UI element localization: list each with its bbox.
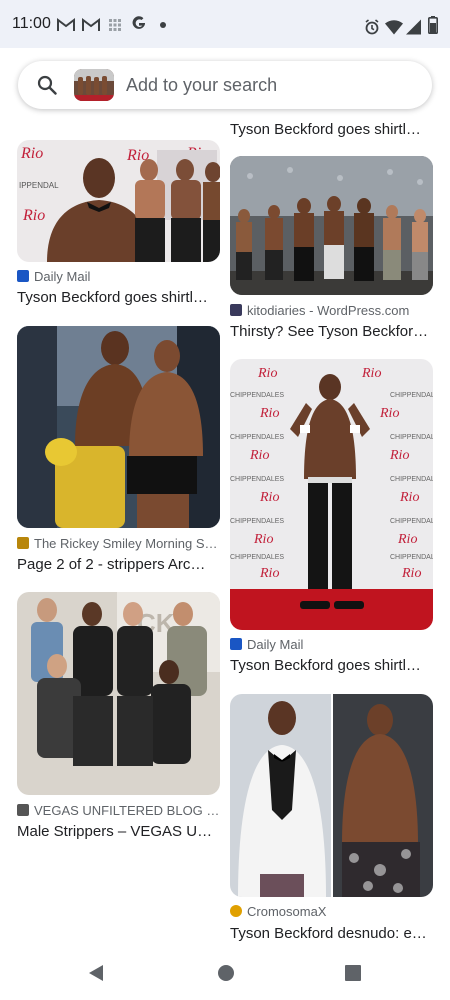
cromosomax-favicon-icon bbox=[230, 905, 242, 917]
result-source-2[interactable]: Daily Mail bbox=[17, 269, 220, 284]
search-image-thumbnail[interactable] bbox=[74, 69, 114, 101]
result-image-7[interactable] bbox=[230, 694, 433, 897]
result-source-3[interactable]: kitodiaries - WordPress.com bbox=[230, 303, 433, 318]
rickey-smiley-favicon-icon bbox=[17, 537, 29, 549]
result-image-6[interactable]: CK bbox=[17, 592, 220, 795]
wifi-icon bbox=[385, 20, 403, 35]
navigation-bar bbox=[0, 946, 450, 1000]
dot-icon bbox=[160, 22, 166, 28]
result-title-1[interactable]: Tyson Beckford goes shirtl… bbox=[230, 121, 433, 138]
svg-text:Rio: Rio bbox=[401, 566, 421, 581]
svg-text:Rio: Rio bbox=[22, 207, 45, 224]
svg-text:Rio: Rio bbox=[257, 366, 277, 381]
svg-text:Rio: Rio bbox=[20, 145, 43, 162]
svg-text:Rio: Rio bbox=[249, 448, 269, 463]
svg-text:CHIPPENDAL: CHIPPENDAL bbox=[390, 476, 433, 483]
svg-text:CHIPPENDALES: CHIPPENDALES bbox=[230, 518, 284, 525]
back-icon[interactable] bbox=[87, 964, 105, 982]
svg-text:CHIPPENDAL: CHIPPENDAL bbox=[390, 434, 433, 441]
svg-text:CHIPPENDALES: CHIPPENDALES bbox=[230, 554, 284, 561]
google-icon bbox=[132, 16, 145, 29]
home-icon[interactable] bbox=[217, 964, 235, 982]
result-image-3[interactable] bbox=[230, 156, 433, 295]
svg-text:Rio: Rio bbox=[399, 490, 419, 505]
result-title-2[interactable]: Tyson Beckford goes shirtl… bbox=[17, 289, 220, 306]
result-title-5[interactable]: Tyson Beckford goes shirtl… bbox=[230, 657, 433, 674]
svg-text:Rio: Rio bbox=[253, 532, 273, 547]
result-image-5[interactable]: Rio Rio Rio Rio Rio Rio Rio Rio Rio Rio Rio Ri… bbox=[230, 359, 433, 630]
svg-text:Rio: Rio bbox=[259, 406, 279, 421]
result-title-7[interactable]: Tyson Beckford desnudo: e… bbox=[230, 925, 433, 942]
status-time: 11:00 bbox=[12, 15, 51, 32]
app-grid-icon bbox=[109, 19, 121, 31]
result-source-6[interactable]: VEGAS UNFILTERED BLOG b… bbox=[17, 803, 220, 818]
search-input[interactable] bbox=[126, 74, 416, 96]
search-icon[interactable] bbox=[37, 75, 57, 95]
svg-text:IPPENDAL: IPPENDAL bbox=[19, 181, 59, 190]
svg-text:Rio: Rio bbox=[259, 566, 279, 581]
svg-text:CHIPPENDALES: CHIPPENDALES bbox=[230, 476, 284, 483]
svg-text:Rio: Rio bbox=[379, 406, 399, 421]
dailymail-favicon-icon bbox=[17, 270, 29, 282]
svg-text:CHIPPENDAL: CHIPPENDAL bbox=[390, 518, 433, 525]
svg-text:CHIPPENDAL: CHIPPENDAL bbox=[390, 554, 433, 561]
alarm-icon bbox=[365, 19, 379, 35]
dailymail-favicon-icon bbox=[230, 638, 242, 650]
gmail-icon bbox=[82, 18, 100, 31]
status-bar: 11:00 bbox=[0, 0, 450, 48]
battery-icon bbox=[428, 16, 438, 34]
svg-text:Rio: Rio bbox=[361, 366, 381, 381]
signal-icon bbox=[406, 19, 421, 35]
svg-text:CHIPPENDALES: CHIPPENDALES bbox=[230, 434, 284, 441]
result-image-4[interactable] bbox=[17, 326, 220, 528]
search-bar[interactable] bbox=[18, 61, 432, 109]
svg-text:CHIPPENDALES: CHIPPENDALES bbox=[230, 392, 284, 399]
result-source-5[interactable]: Daily Mail bbox=[230, 637, 433, 652]
vegas-blog-favicon-icon bbox=[17, 804, 29, 816]
result-title-3[interactable]: Thirsty? See Tyson Beckfor… bbox=[230, 323, 433, 340]
result-source-4[interactable]: The Rickey Smiley Morning S… bbox=[17, 536, 220, 551]
recents-icon[interactable] bbox=[344, 964, 362, 982]
svg-text:Rio: Rio bbox=[389, 448, 409, 463]
result-title-4[interactable]: Page 2 of 2 - strippers Arc… bbox=[17, 556, 220, 573]
svg-text:Rio: Rio bbox=[397, 532, 417, 547]
svg-text:Rio: Rio bbox=[259, 490, 279, 505]
kitodiaries-favicon-icon bbox=[230, 304, 242, 316]
result-title-6[interactable]: Male Strippers – VEGAS U… bbox=[17, 823, 220, 840]
result-image-1[interactable]: RioRioRioRio IPPENDAL bbox=[17, 140, 220, 262]
gmail-icon bbox=[57, 18, 75, 31]
svg-text:CHIPPENDAL: CHIPPENDAL bbox=[390, 392, 433, 399]
result-source-7[interactable]: CromosomaX bbox=[230, 904, 433, 919]
